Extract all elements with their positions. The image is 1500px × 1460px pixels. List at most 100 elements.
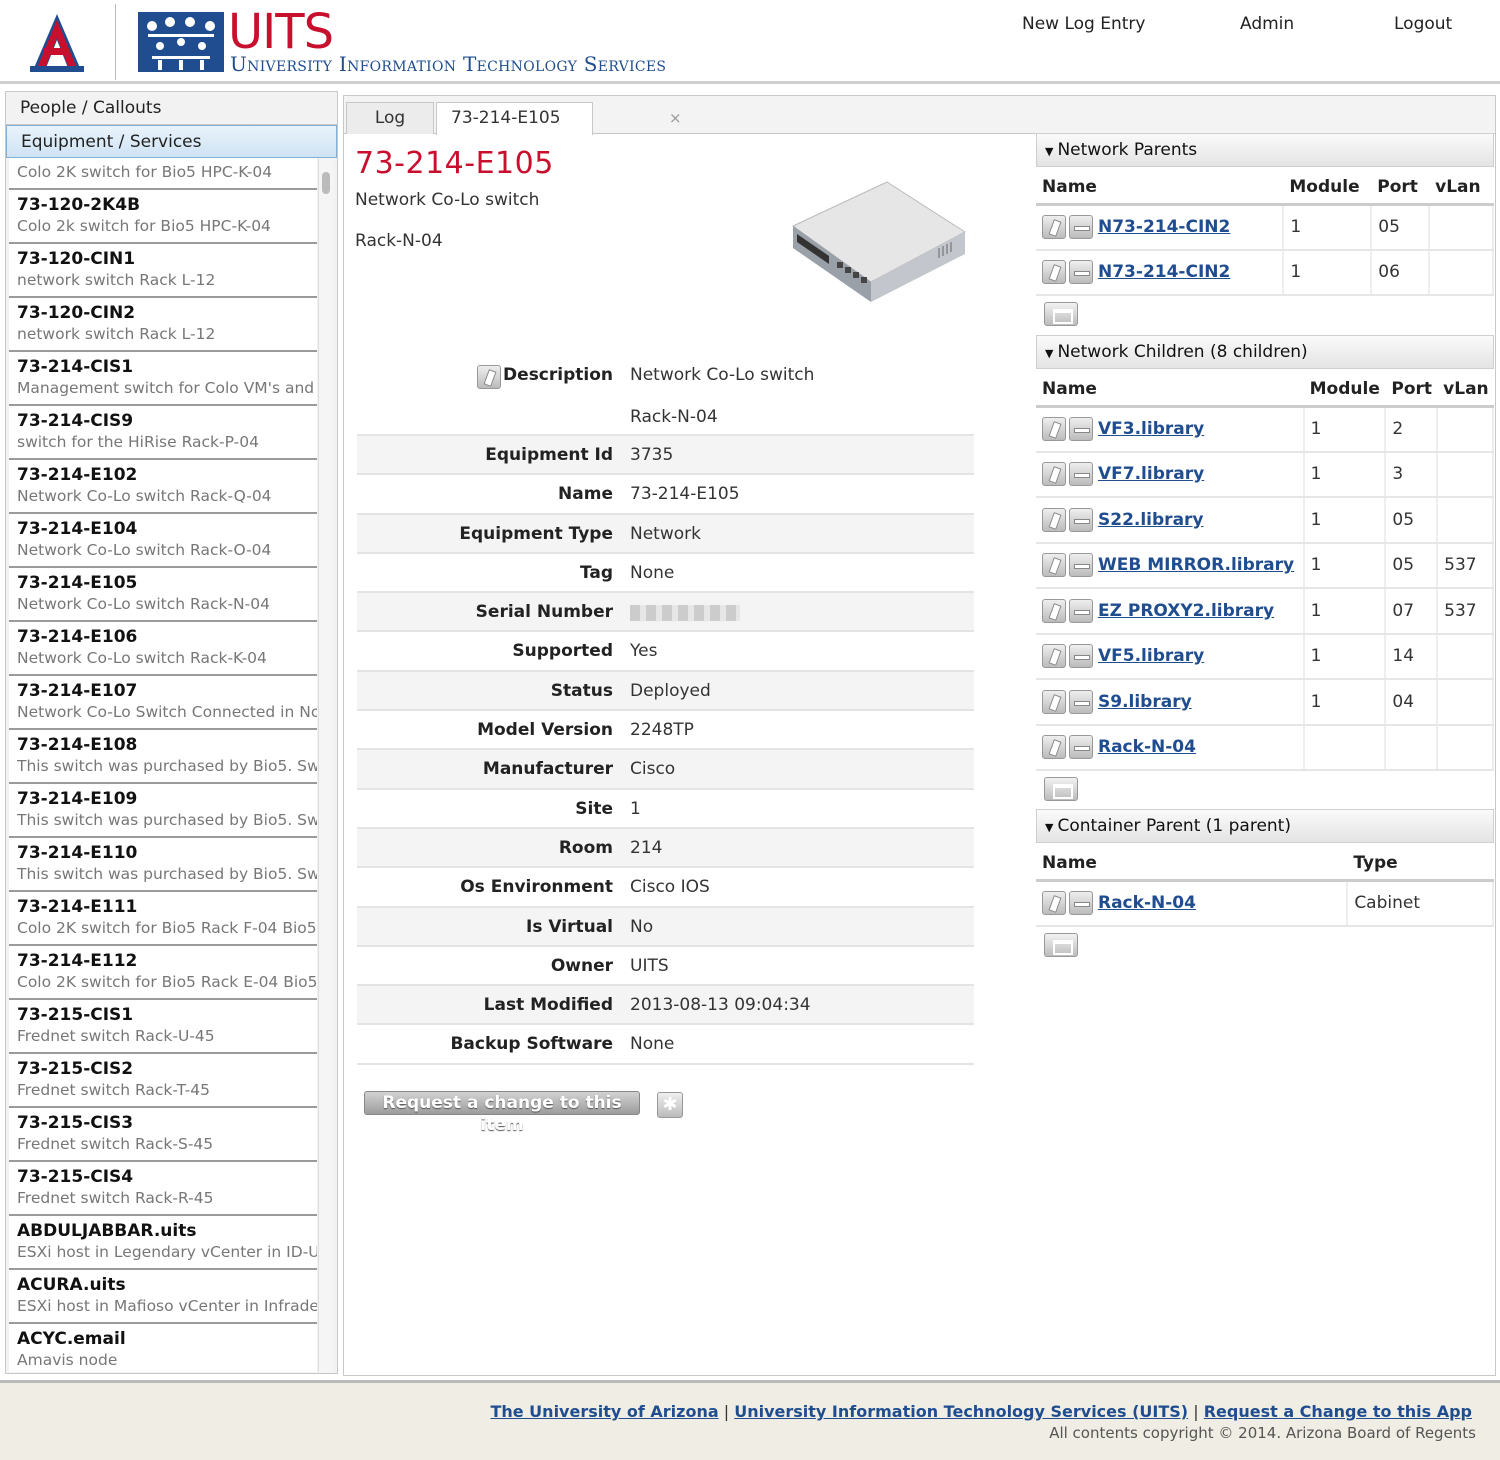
list-item[interactable]: 73-214-CIS1 Management switch for Colo VM…	[9, 352, 317, 406]
equipment-link[interactable]: WEB MIRROR.library	[1098, 555, 1294, 575]
list-item-description: This switch was purchased by Bio5. Sw	[17, 811, 317, 829]
redacted-serial	[630, 605, 740, 622]
list-item[interactable]: 73-214-CIS9 switch for the HiRise Rack-P-…	[9, 406, 317, 460]
remove-icon[interactable]	[1069, 553, 1093, 578]
tab-log[interactable]: Log	[346, 102, 434, 134]
accordion-equipment-services[interactable]: Equipment / Services	[6, 125, 337, 158]
admin-link[interactable]: Admin	[1240, 14, 1294, 34]
equipment-link[interactable]: S22.library	[1098, 510, 1204, 530]
list-item[interactable]: 73-214-E108 This switch was purchased by …	[9, 730, 317, 784]
remove-icon[interactable]	[1069, 507, 1093, 532]
new-log-entry-link[interactable]: New Log Entry	[1022, 14, 1145, 34]
cell-name: N73-214-CIN2	[1036, 249, 1285, 296]
list-item[interactable]: ACURA.uits ESXi host in Mafioso vCenter i…	[9, 1270, 317, 1324]
edit-icon[interactable]	[1042, 260, 1066, 285]
list-item[interactable]: 73-214-E109 This switch was purchased by …	[9, 784, 317, 838]
equipment-link[interactable]: VF5.library	[1098, 646, 1204, 666]
list-item[interactable]: 73-120-2K4B Colo 2k switch for Bio5 HPC-K…	[9, 190, 317, 244]
edit-icon[interactable]	[477, 365, 501, 389]
list-item[interactable]: 73-214-E107 Network Co-Lo Switch Connecte…	[9, 676, 317, 730]
equipment-link[interactable]: VF7.library	[1098, 464, 1204, 484]
remove-icon[interactable]	[1069, 735, 1093, 760]
edit-icon[interactable]	[1042, 507, 1066, 532]
list-item[interactable]: 73-120-2K4AColo 2K switch for Bio5 HPC-K…	[9, 158, 317, 190]
accordion-people-callouts[interactable]: People / Callouts	[6, 92, 337, 125]
edit-icon[interactable]	[1042, 462, 1066, 487]
equipment-link[interactable]: Rack-N-04	[1098, 893, 1196, 913]
caret-down-icon: ▼	[1045, 145, 1054, 158]
remove-icon[interactable]	[1069, 215, 1093, 239]
network-children-header[interactable]: ▼ Network Children (8 children)	[1036, 335, 1494, 369]
list-item-name: 73-214-E106	[17, 627, 138, 647]
list-item[interactable]: 73-214-E104 Network Co-Lo switch Rack-O-0…	[9, 514, 317, 568]
footer-link-university[interactable]: The University of Arizona	[490, 1402, 718, 1421]
remove-icon[interactable]	[1069, 644, 1093, 669]
remove-icon[interactable]	[1069, 598, 1093, 623]
network-parents-panel: ▼ Network Parents Name Module Port vLan N73-2…	[1036, 133, 1494, 336]
edit-icon[interactable]	[1042, 553, 1066, 578]
remove-icon[interactable]	[1069, 260, 1093, 285]
detail-row: Status Deployed	[357, 671, 974, 712]
equipment-link[interactable]: Rack-N-04	[1098, 737, 1196, 757]
detail-row: Os Environment Cisco IOS	[357, 868, 974, 908]
equipment-title: 73-214-E105	[355, 146, 554, 181]
list-item[interactable]: ACYC.email Amavis node	[9, 1324, 317, 1372]
footer-link-uits[interactable]: University Information Technology Servic…	[734, 1402, 1188, 1421]
remove-icon[interactable]	[1069, 462, 1093, 487]
list-item[interactable]: 73-120-CIN1 network switch Rack L-12	[9, 244, 317, 298]
equipment-link[interactable]: EZ PROXY2.library	[1098, 601, 1274, 621]
request-change-button[interactable]: Request a change to this item	[364, 1091, 640, 1135]
column-header: Type	[1347, 847, 1493, 882]
list-item[interactable]: 73-214-E105 Network Co-Lo switch Rack-N-0…	[9, 568, 317, 622]
equipment-link[interactable]: N73-214-CIN2	[1098, 262, 1230, 282]
list-item[interactable]: 73-214-E112 Colo 2K switch for Bio5 Rack …	[9, 946, 317, 1000]
detail-row: Tag None	[357, 554, 974, 594]
equipment-link[interactable]: N73-214-CIN2	[1098, 217, 1230, 237]
cell-module	[1303, 724, 1387, 771]
footer-link-request-change[interactable]: Request a Change to this App	[1204, 1402, 1472, 1421]
edit-icon[interactable]	[1042, 215, 1066, 239]
cell-module: 1	[1303, 679, 1387, 726]
edit-icon[interactable]	[1042, 644, 1066, 669]
list-item[interactable]: 73-215-CIS3 Frednet switch Rack-S-45	[9, 1108, 317, 1162]
list-item-name: 73-120-CIN1	[17, 249, 136, 269]
edit-icon[interactable]	[1042, 735, 1066, 760]
logout-link[interactable]: Logout	[1394, 14, 1452, 34]
university-logo-icon[interactable]	[22, 10, 92, 74]
add-container-icon[interactable]	[1044, 932, 1078, 957]
list-item[interactable]: 73-214-E102 Network Co-Lo switch Rack-Q-0…	[9, 460, 317, 514]
gear-icon[interactable]: ✱	[657, 1092, 683, 1118]
remove-icon[interactable]	[1069, 417, 1093, 441]
add-connection-icon[interactable]	[1044, 777, 1078, 801]
edit-icon[interactable]	[1042, 598, 1066, 623]
edit-icon[interactable]	[1042, 891, 1066, 915]
list-scrollbar[interactable]	[318, 158, 334, 1372]
equipment-link[interactable]: S9.library	[1098, 692, 1192, 712]
remove-icon[interactable]	[1069, 689, 1093, 714]
list-item[interactable]: 73-120-CIN2 network switch Rack L-12	[9, 298, 317, 352]
close-tab-icon[interactable]: ×	[669, 103, 682, 133]
edit-icon[interactable]	[1042, 417, 1066, 441]
tab-equipment[interactable]: 73-214-E105 ×	[436, 102, 682, 135]
list-item-description: Frednet switch Rack-T-45	[17, 1081, 210, 1099]
list-item[interactable]: 73-215-CIS4 Frednet switch Rack-R-45	[9, 1162, 317, 1216]
list-item[interactable]: 73-215-CIS1 Frednet switch Rack-U-45	[9, 1000, 317, 1054]
cell-port-value: 14	[1392, 646, 1415, 667]
list-item[interactable]: 73-214-E111 Colo 2K switch for Bio5 Rack …	[9, 892, 317, 946]
list-item[interactable]: 73-214-E106 Network Co-Lo switch Rack-K-0…	[9, 622, 317, 676]
list-scrollbar-thumb[interactable]	[322, 172, 330, 194]
remove-icon[interactable]	[1069, 891, 1093, 915]
list-item[interactable]: 73-214-E110 This switch was purchased by …	[9, 838, 317, 892]
edit-icon[interactable]	[1042, 689, 1066, 714]
cell-module: 1	[1303, 542, 1387, 589]
network-parents-header[interactable]: ▼ Network Parents	[1036, 133, 1494, 167]
cell-name: EZ PROXY2.library	[1036, 588, 1305, 635]
list-item-description: Colo 2k switch for Bio5 HPC-K-04	[17, 217, 271, 235]
cell-module: 1	[1303, 497, 1387, 544]
equipment-link[interactable]: VF3.library	[1098, 419, 1204, 439]
container-parent-header[interactable]: ▼ Container Parent (1 parent)	[1036, 809, 1494, 843]
table-row: S22.library 1 05	[1036, 497, 1494, 544]
add-connection-icon[interactable]	[1044, 302, 1078, 326]
list-item[interactable]: ABDULJABBAR.uits ESXi host in Legendary v…	[9, 1216, 317, 1270]
list-item[interactable]: 73-215-CIS2 Frednet switch Rack-T-45	[9, 1054, 317, 1108]
